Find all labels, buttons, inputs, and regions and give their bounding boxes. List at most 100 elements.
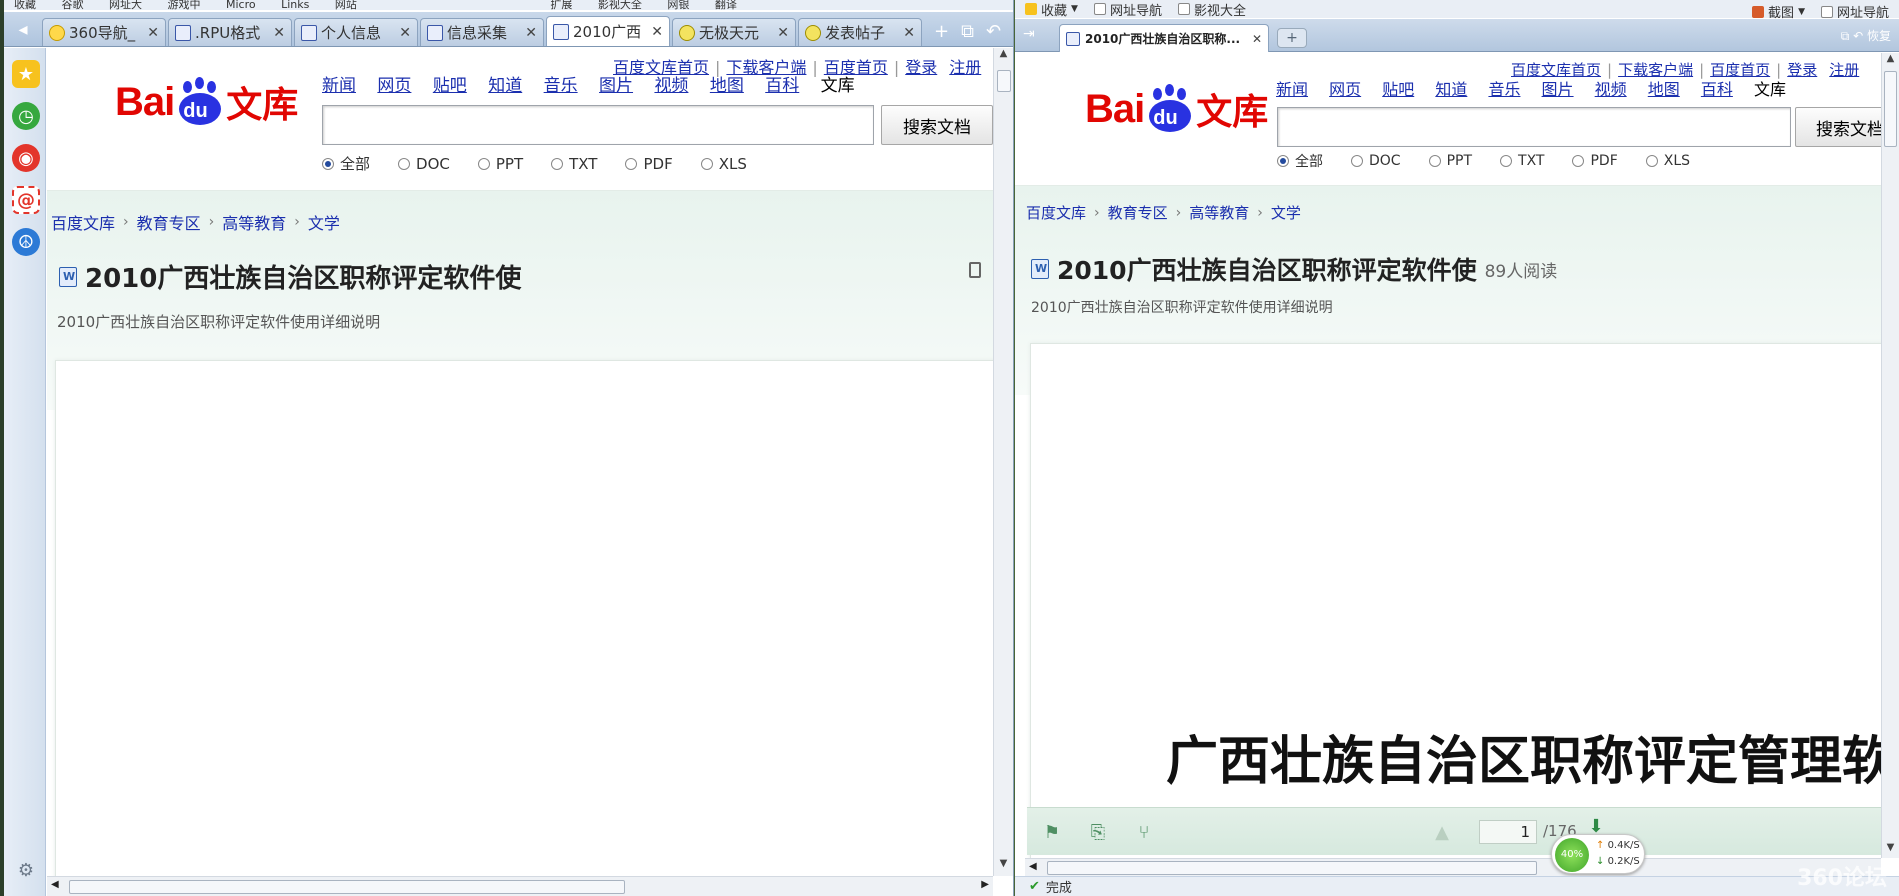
bookmark-icon[interactable]: ⚑ [1041, 822, 1063, 843]
radio-xls[interactable]: XLS [700, 153, 747, 174]
browser-tab[interactable]: 信息采集 ✕ [420, 18, 544, 46]
baidu-wenku-logo[interactable]: Bai du 文库 [1085, 83, 1268, 135]
favorites-menu[interactable]: 收藏 ▼ [1025, 0, 1078, 19]
download-icon[interactable]: ⬇ [1585, 816, 1607, 837]
tab-close-icon[interactable]: ✕ [525, 25, 537, 41]
vertical-scrollbar[interactable]: ▲ ▼ [993, 48, 1013, 876]
document-viewer[interactable]: 广西壮族自治区职称评定管理软 [1030, 343, 1881, 858]
favorites-bar-item[interactable]: Micro [226, 0, 256, 10]
radio-txt[interactable]: TXT [1500, 151, 1544, 171]
radio-all[interactable]: 全部 [322, 153, 370, 174]
weibo-icon[interactable]: ◉ [12, 144, 40, 172]
nav-images[interactable]: 图片 [599, 76, 633, 96]
breadcrumb-item[interactable]: 高等教育 [1189, 202, 1249, 223]
copy-icon[interactable]: ⎘ [1087, 822, 1109, 843]
search-input[interactable] [1277, 107, 1791, 147]
nav-baike[interactable]: 百科 [765, 76, 799, 96]
browser-tab-active[interactable]: 2010广西壮族自治区职称... ✕ [1059, 24, 1269, 52]
breadcrumb-item[interactable]: 文学 [1271, 202, 1301, 223]
favorites-bar-item[interactable]: 网银 [667, 0, 689, 10]
nav-menu[interactable]: 网址导航 [1093, 0, 1162, 19]
favorites-bar-item[interactable]: 扩展 [550, 0, 572, 10]
favorites-bar-item[interactable]: 影视大全 [598, 0, 642, 10]
new-tab-button[interactable]: + [1277, 28, 1307, 48]
nav-map[interactable]: 地图 [1648, 80, 1680, 99]
breadcrumb-item[interactable]: 教育专区 [1108, 202, 1168, 223]
nav-music[interactable]: 音乐 [1488, 80, 1520, 99]
login-link[interactable]: 登录 [905, 58, 937, 77]
new-tab-icon[interactable]: + [934, 21, 949, 42]
search-button[interactable]: 搜索文档 [881, 105, 993, 145]
browser-tab-active[interactable]: 2010广西 ✕ [546, 16, 670, 46]
tab-close-icon[interactable]: ✕ [1252, 32, 1262, 46]
scroll-left-icon[interactable]: ◀ [51, 879, 59, 890]
breadcrumb-item[interactable]: 百度文库 [1026, 202, 1086, 223]
nav-music[interactable]: 音乐 [544, 76, 578, 96]
radio-pdf[interactable]: PDF [1572, 151, 1618, 171]
breadcrumb-item[interactable]: 教育专区 [137, 210, 201, 234]
scroll-left-icon[interactable]: ◀ [1029, 861, 1037, 872]
peace-icon[interactable]: ☮ [12, 228, 40, 256]
favorites-bar-item[interactable]: 游戏中 [168, 0, 201, 10]
horizontal-scrollbar[interactable]: ◀ ▶ [47, 876, 993, 896]
mail-icon[interactable]: @ [12, 186, 40, 214]
scroll-down-icon[interactable]: ▼ [1882, 842, 1899, 858]
register-link[interactable]: 注册 [1829, 61, 1859, 79]
scroll-up-icon[interactable]: ▲ [994, 48, 1013, 66]
tab-close-icon[interactable]: ✕ [399, 25, 411, 41]
nav-video[interactable]: 视频 [654, 76, 688, 96]
network-speed-widget[interactable]: 40% 0.4K/S 0.2K/S [1551, 834, 1645, 874]
tab-back-icon[interactable]: ◂ [8, 15, 38, 43]
scroll-thumb[interactable] [997, 70, 1011, 92]
nav-news[interactable]: 新闻 [1276, 80, 1308, 99]
scroll-thumb[interactable] [1047, 861, 1537, 875]
mobile-reader-icon[interactable] [969, 262, 981, 278]
tab-close-icon[interactable]: ✕ [777, 25, 789, 41]
radio-doc[interactable]: DOC [1351, 151, 1401, 171]
browser-tab[interactable]: 个人信息 ✕ [294, 18, 418, 46]
restore-button[interactable]: ⧉ ↶ 恢复 [1841, 27, 1891, 44]
radio-pdf[interactable]: PDF [625, 153, 673, 174]
search-button[interactable]: 搜索文档 [1795, 107, 1881, 147]
browser-tab[interactable]: 发表帖子 ✕ [798, 18, 922, 46]
tab-close-icon[interactable]: ✕ [273, 25, 285, 41]
undo-close-icon[interactable]: ↶ [986, 21, 1001, 42]
vertical-scrollbar[interactable]: ▲ ▼ [1881, 53, 1899, 858]
scroll-down-icon[interactable]: ▼ [994, 858, 1013, 876]
scroll-right-icon[interactable]: ▶ [981, 879, 989, 890]
register-link[interactable]: 注册 [949, 58, 981, 77]
radio-doc[interactable]: DOC [398, 153, 450, 174]
favorites-bar-item[interactable]: Links [281, 0, 309, 10]
tab-list-icon[interactable]: ⧉ [961, 21, 974, 42]
nav-zhidao[interactable]: 知道 [488, 76, 522, 96]
favorites-bar-item[interactable]: 收藏 [14, 0, 36, 10]
radio-ppt[interactable]: PPT [1428, 151, 1472, 171]
prev-page-icon[interactable]: ▲ [1431, 822, 1453, 843]
search-input[interactable] [322, 105, 874, 145]
share-icon[interactable]: ⑂ [1133, 822, 1155, 843]
scroll-thumb[interactable] [69, 880, 625, 894]
nav-web[interactable]: 网页 [377, 76, 411, 96]
favorites-bar-item[interactable]: 翻译 [715, 0, 737, 10]
breadcrumb-item[interactable]: 高等教育 [222, 210, 286, 234]
scroll-thumb[interactable] [1884, 71, 1897, 147]
nav-images[interactable]: 图片 [1542, 80, 1574, 99]
tab-close-icon[interactable]: ✕ [651, 24, 663, 40]
favorites-bar-item[interactable]: 网址大 [109, 0, 142, 10]
tab-close-icon[interactable]: ✕ [903, 25, 915, 41]
clock-icon[interactable]: ◷ [12, 102, 40, 130]
nav-news[interactable]: 新闻 [322, 76, 356, 96]
document-viewer[interactable] [55, 360, 993, 876]
nav-baike[interactable]: 百科 [1701, 80, 1733, 99]
page-number-input[interactable]: 1 [1479, 820, 1537, 844]
radio-all[interactable]: 全部 [1277, 151, 1323, 171]
scroll-up-icon[interactable]: ▲ [1882, 53, 1899, 69]
radio-ppt[interactable]: PPT [477, 153, 523, 174]
nav-map[interactable]: 地图 [710, 76, 744, 96]
video-menu[interactable]: 影视大全 [1177, 0, 1246, 19]
favorites-bar-item[interactable]: 网站 [335, 0, 357, 10]
radio-xls[interactable]: XLS [1645, 151, 1690, 171]
nav-tieba[interactable]: 贴吧 [1382, 80, 1414, 99]
favorites-star-icon[interactable]: ★ [12, 60, 40, 88]
nav-tieba[interactable]: 贴吧 [433, 76, 467, 96]
